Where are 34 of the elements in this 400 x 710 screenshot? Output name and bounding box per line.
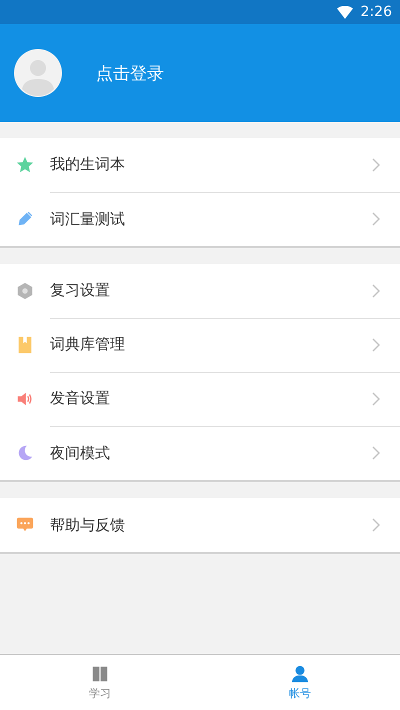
- menu-item[interactable]: 复习设置: [0, 264, 400, 318]
- moon-icon: [16, 444, 34, 462]
- chevron-icon: [372, 284, 380, 298]
- menu-label: 复习设置: [50, 281, 110, 300]
- chevron-icon: [372, 158, 380, 172]
- menu-item[interactable]: 词典库管理: [0, 318, 400, 372]
- menu-label: 帮助与反馈: [50, 516, 125, 534]
- chevron-icon: [372, 212, 380, 226]
- star-icon: [16, 156, 34, 174]
- menu-label: 我的生词本: [50, 155, 125, 174]
- tab[interactable]: 帐号: [200, 655, 400, 710]
- chevron-icon: [372, 518, 380, 532]
- menu-item[interactable]: 我的生词本: [0, 138, 400, 192]
- speaker-icon: [16, 390, 34, 408]
- menu-label: 词汇量测试: [50, 210, 125, 228]
- menu-item[interactable]: 夜间模式: [0, 426, 400, 480]
- book-icon: [91, 664, 109, 682]
- avatar-icon[interactable]: [14, 49, 62, 97]
- wifi-icon: [336, 6, 353, 18]
- menu-item[interactable]: 发音设置: [0, 372, 400, 426]
- bookmark-icon: [16, 336, 34, 354]
- chevron-icon: [372, 392, 380, 406]
- menu-label: 夜间模式: [50, 444, 110, 462]
- status-time: 2:26: [360, 4, 392, 20]
- gear-icon: [16, 282, 34, 300]
- chevron-icon: [372, 338, 380, 352]
- pen-icon: [16, 210, 34, 228]
- menu-label: 词典库管理: [50, 335, 125, 354]
- chevron-icon: [372, 446, 380, 460]
- person-icon: [291, 664, 309, 682]
- menu-item[interactable]: 词汇量测试: [0, 192, 400, 246]
- menu-item[interactable]: 帮助与反馈: [0, 498, 400, 552]
- chat-icon: [16, 516, 34, 534]
- menu-label: 发音设置: [50, 389, 110, 408]
